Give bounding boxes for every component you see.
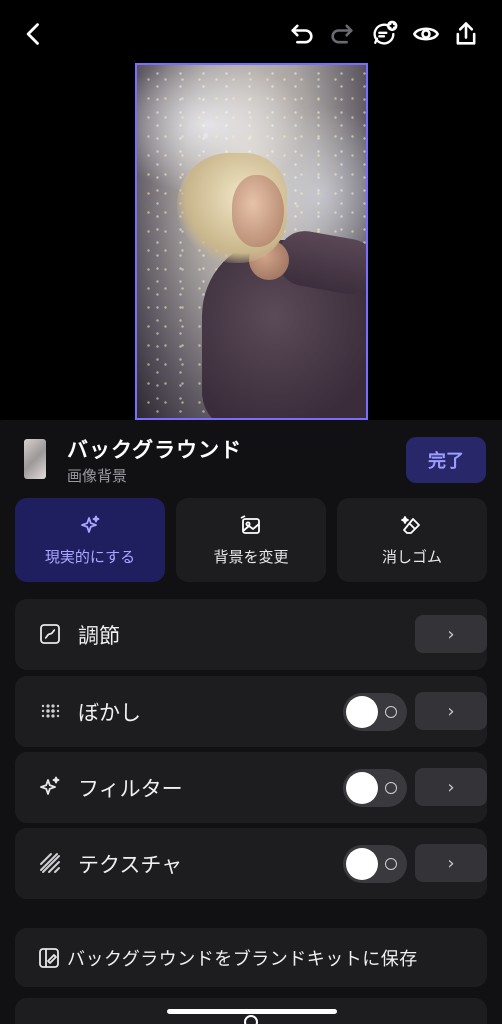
home-indicator xyxy=(167,1009,337,1014)
save-label: バックグラウンドをブランドキットに保存 xyxy=(67,949,418,970)
chevron-right-icon[interactable]: › xyxy=(415,692,487,730)
subject-face xyxy=(232,175,284,247)
row-label: フィルター xyxy=(78,777,183,801)
preview-eye-icon[interactable] xyxy=(410,18,442,50)
row-label: 調節 xyxy=(78,624,120,648)
tool-label: 消しゴム xyxy=(381,547,442,566)
toggle-off-indicator xyxy=(385,858,397,870)
done-button[interactable]: 完了 xyxy=(406,437,486,483)
undo-icon[interactable] xyxy=(286,18,318,50)
brand-kit-icon xyxy=(37,946,61,970)
toggle-off-indicator xyxy=(385,782,397,794)
sparkle-icon xyxy=(81,515,100,533)
adjust-row[interactable]: 調節 › xyxy=(15,599,487,670)
filter-row[interactable]: フィルター › xyxy=(15,752,487,823)
eraser-tool-button[interactable]: 消しゴム xyxy=(337,498,487,582)
redo-icon[interactable] xyxy=(326,18,358,50)
eraser-icon xyxy=(401,515,420,534)
blur-icon xyxy=(37,698,63,724)
tool-label: 現実的にする xyxy=(44,547,136,566)
texture-row[interactable]: テクスチャ › xyxy=(15,828,487,899)
top-toolbar xyxy=(0,0,502,64)
partial-icon xyxy=(244,1015,258,1024)
image-swap-icon xyxy=(240,514,260,534)
share-icon[interactable] xyxy=(450,18,482,50)
change-background-tool-button[interactable]: 背景を変更 xyxy=(176,498,326,582)
toggle-knob xyxy=(346,772,378,804)
filter-toggle[interactable] xyxy=(343,769,407,807)
chevron-right-icon[interactable]: › xyxy=(415,844,487,882)
row-label: テクスチャ xyxy=(78,853,183,877)
toggle-knob xyxy=(346,696,378,728)
panel-subtitle: 画像背景 xyxy=(67,467,128,485)
blur-row[interactable]: ぼかし › xyxy=(15,676,487,747)
save-to-brand-kit-button[interactable]: バックグラウンドをブランドキットに保存 xyxy=(15,928,487,987)
toggle-knob xyxy=(346,848,378,880)
background-thumbnail xyxy=(24,439,46,479)
adjust-icon xyxy=(37,621,63,647)
filter-sparkle-icon xyxy=(37,774,63,800)
texture-icon xyxy=(37,850,63,876)
texture-toggle[interactable] xyxy=(343,845,407,883)
realistic-tool-button[interactable]: 現実的にする xyxy=(15,498,165,582)
blur-toggle[interactable] xyxy=(343,693,407,731)
back-icon[interactable] xyxy=(18,18,50,50)
canvas-image[interactable] xyxy=(135,63,368,420)
chevron-right-icon[interactable]: › xyxy=(415,615,487,653)
chevron-right-icon[interactable]: › xyxy=(415,768,487,806)
toggle-off-indicator xyxy=(385,706,397,718)
row-label: ぼかし xyxy=(78,701,141,725)
add-comment-icon[interactable] xyxy=(368,18,400,50)
tool-label: 背景を変更 xyxy=(213,547,289,566)
panel-title: バックグラウンド xyxy=(67,438,243,462)
